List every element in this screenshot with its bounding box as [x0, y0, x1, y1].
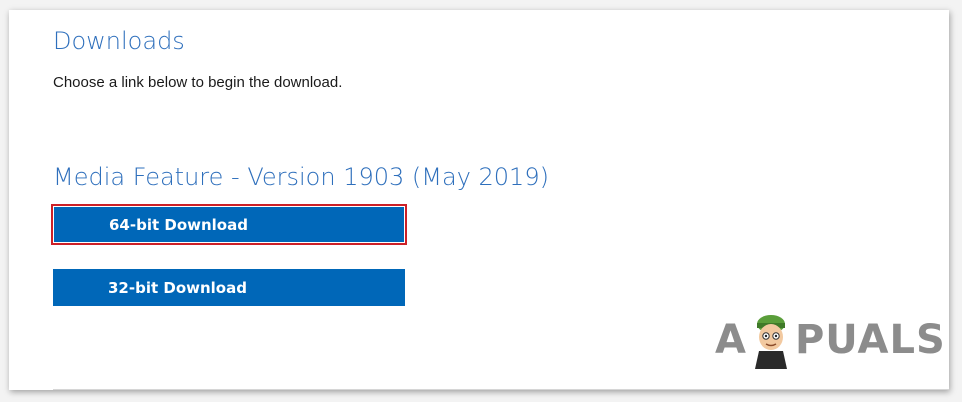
mascot-icon [754, 315, 787, 369]
download-32-bit-label: 32-bit Download [108, 278, 247, 297]
download-64-bit-label: 64-bit Download [109, 215, 248, 234]
watermark-text-right: PUALS [794, 317, 946, 363]
download-32-bit-button[interactable]: 32-bit Download [53, 269, 405, 306]
media-feature-heading: Media Feature - Version 1903 (May 2019) [53, 163, 549, 191]
section-divider [53, 389, 949, 390]
download-page-panel: Downloads Choose a link below to begin t… [9, 10, 949, 390]
appuals-watermark: A PUALS [715, 310, 946, 370]
download-64-bit-button[interactable]: 64-bit Download [51, 204, 407, 245]
downloads-intro-text: Choose a link below to begin the downloa… [53, 74, 343, 91]
downloads-heading: Downloads [53, 27, 185, 55]
watermark-text-left: A [715, 317, 747, 363]
